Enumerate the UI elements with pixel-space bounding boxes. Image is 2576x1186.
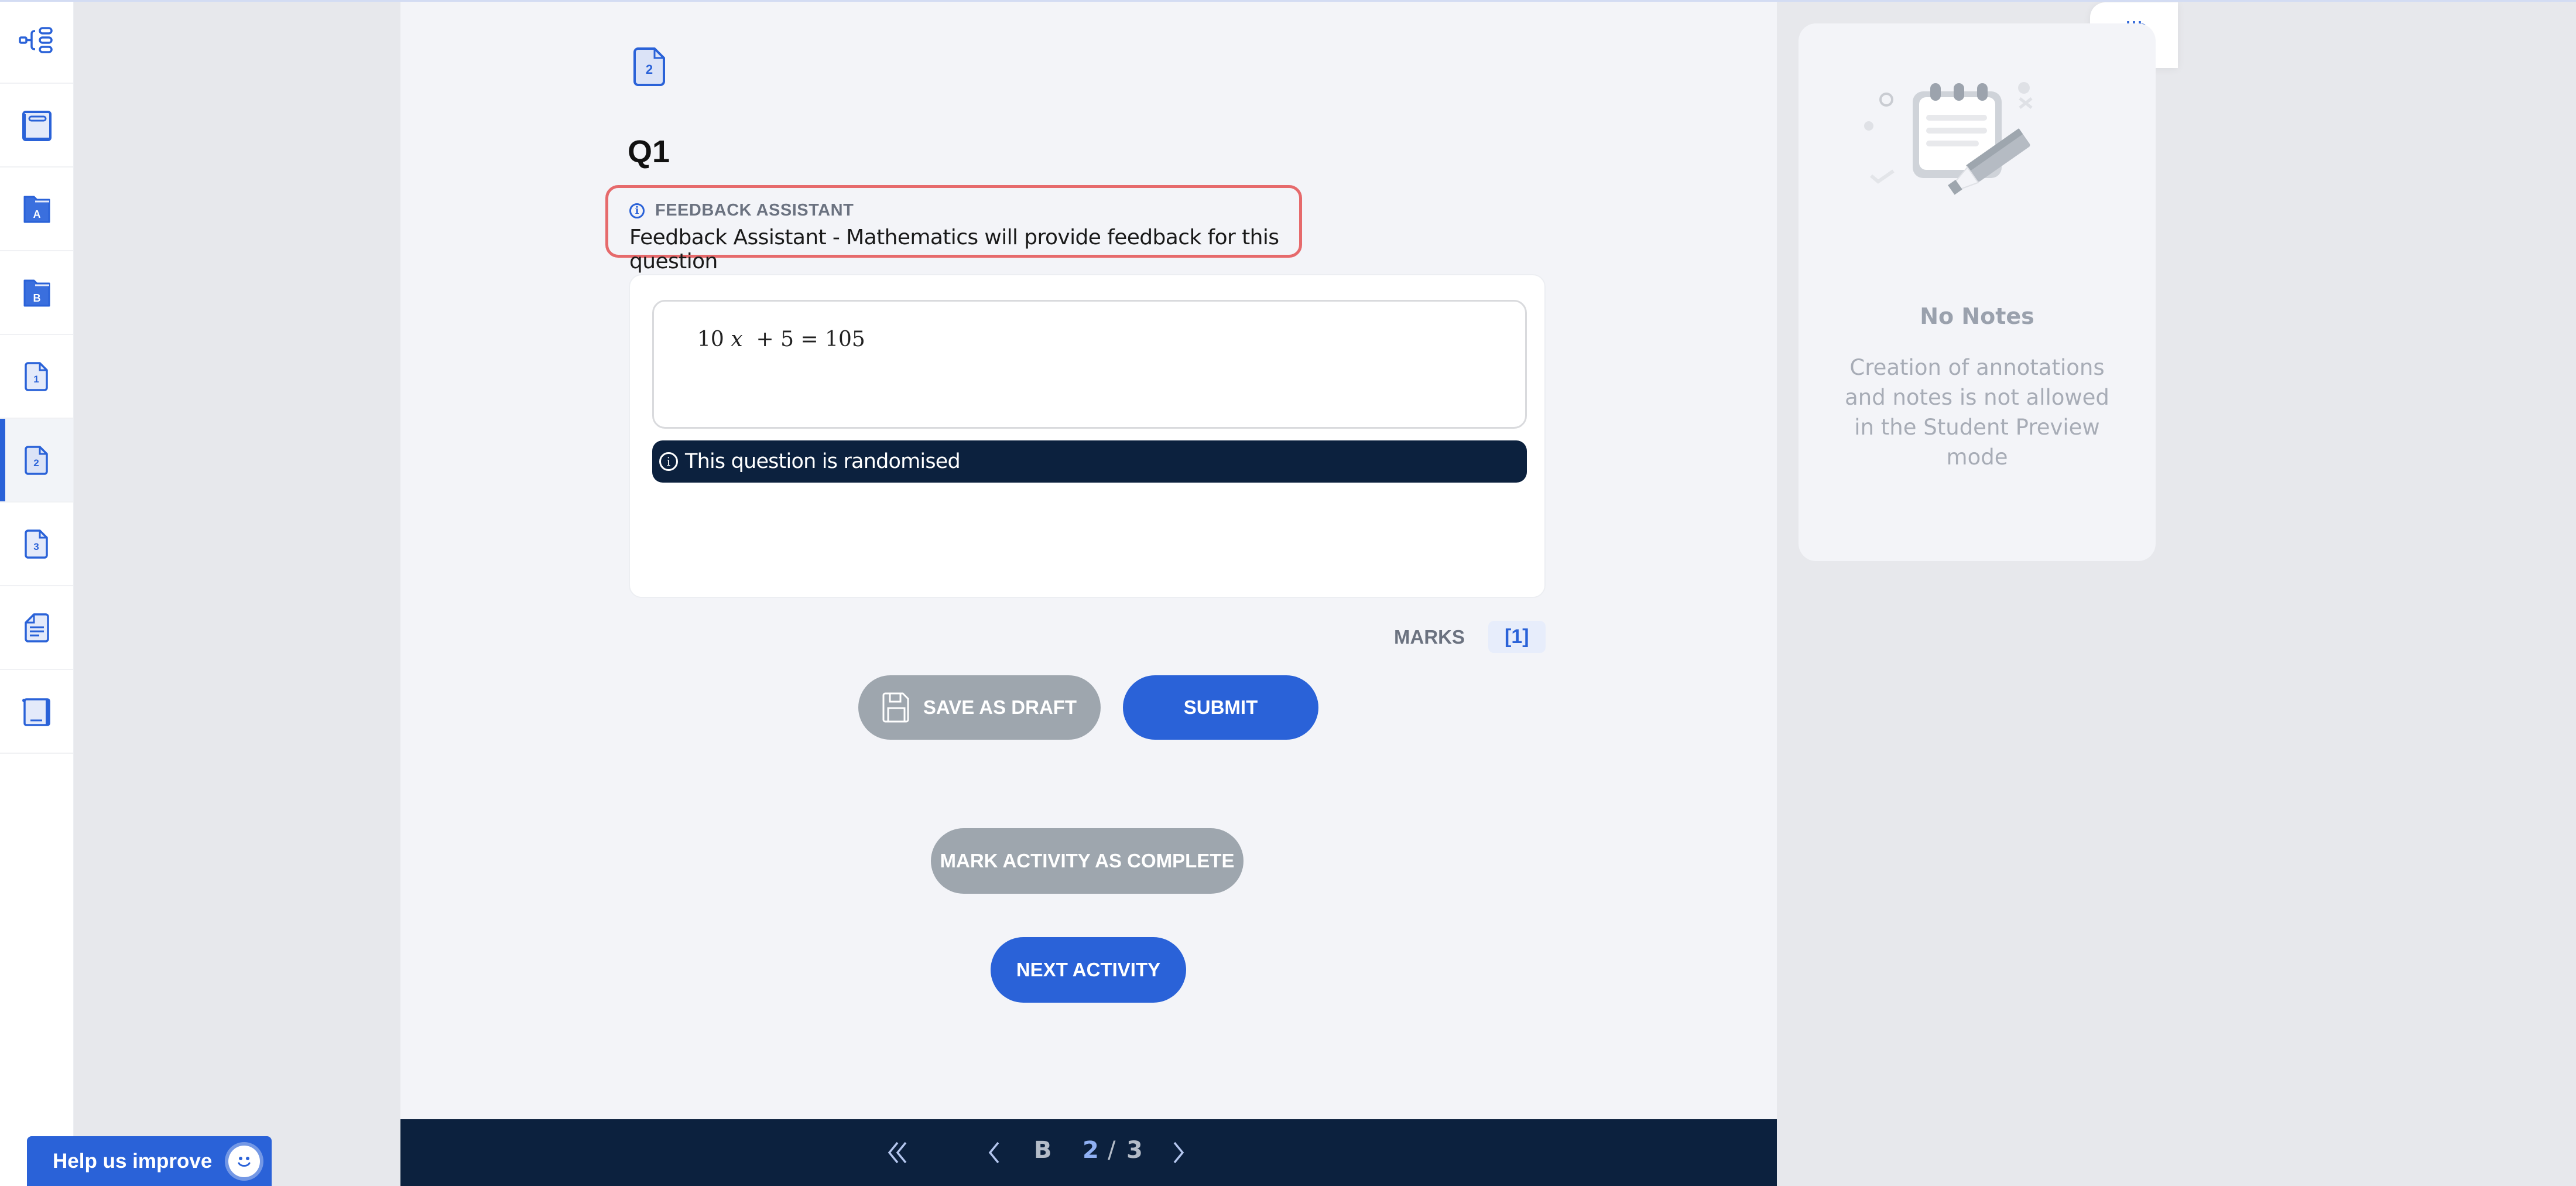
- next-page-button[interactable]: [1163, 1119, 1193, 1186]
- previous-page-button[interactable]: [980, 1119, 1009, 1186]
- randomised-notice-text: This question is randomised: [685, 450, 961, 473]
- page-2-icon: 2: [24, 445, 48, 475]
- sidebar-item-page-3[interactable]: 3: [0, 503, 73, 586]
- feedback-assistant-banner: i FEEDBACK ASSISTANT Feedback Assistant …: [605, 185, 1302, 274]
- book-icon: [22, 110, 52, 141]
- feedback-assistant-text: Feedback Assistant - Mathematics will pr…: [629, 225, 1279, 274]
- svg-text:2: 2: [33, 457, 39, 469]
- info-icon: i: [659, 452, 678, 471]
- chevron-right-icon: [1173, 1141, 1184, 1164]
- math-constant: 5: [780, 327, 794, 351]
- math-equals: =: [800, 327, 818, 351]
- mark-activity-complete-button[interactable]: MARK ACTIVITY AS COMPLETE: [931, 828, 1244, 894]
- submit-button[interactable]: SUBMIT: [1123, 675, 1318, 740]
- page-3-icon: 3: [24, 529, 48, 559]
- top-border: [0, 0, 2576, 2]
- page-separator: /: [1108, 1137, 1116, 1164]
- feedback-assistant-label: FEEDBACK ASSISTANT: [655, 201, 854, 220]
- help-us-improve-button[interactable]: Help us improve: [27, 1136, 272, 1186]
- help-us-improve-label: Help us improve: [53, 1149, 213, 1173]
- svg-text:A: A: [33, 209, 40, 220]
- floppy-disk-icon: [882, 692, 909, 723]
- svg-text:B: B: [33, 292, 40, 304]
- question-card: 10 x + 5 = 105 i This question is random…: [629, 274, 1546, 598]
- math-plus: +: [756, 327, 774, 351]
- save-as-draft-label: SAVE AS DRAFT: [923, 696, 1077, 718]
- sidebar-item-page-2[interactable]: 2: [0, 419, 73, 503]
- sidebar-item-document[interactable]: [0, 586, 73, 670]
- question-title: Q1: [628, 134, 670, 169]
- total-pages: 3: [1126, 1137, 1143, 1164]
- answer-input[interactable]: 10 x + 5 = 105: [652, 300, 1527, 429]
- sidebar-item-section-a[interactable]: A: [0, 168, 73, 251]
- sidebar: A B 1 2 3: [0, 0, 74, 1186]
- svg-text:2: 2: [646, 62, 653, 77]
- hierarchy-icon: [18, 26, 53, 53]
- notepad-highlighter-illustration: [1864, 82, 2033, 195]
- no-notes-title: No Notes: [1920, 303, 2034, 329]
- current-page: 2: [1083, 1137, 1099, 1164]
- closed-book-icon: [22, 698, 50, 726]
- sidebar-item-section-b[interactable]: B: [0, 251, 73, 335]
- math-coefficient: 10: [697, 327, 724, 351]
- current-section: B: [1034, 1137, 1052, 1164]
- marks-label: MARKS: [1394, 626, 1465, 648]
- pagination-bar: B 2 / 3: [400, 1119, 1777, 1186]
- no-notes-description: Creation of annotations and notes is not…: [1845, 355, 2109, 470]
- notes-panel: No Notes Creation of annotations and not…: [1799, 23, 2156, 561]
- marks-value: [1]: [1488, 621, 1546, 653]
- document-icon: [24, 613, 49, 642]
- sidebar-item-book[interactable]: [0, 84, 73, 168]
- math-expression: 10 x + 5 = 105: [697, 327, 865, 351]
- sidebar-item-page-1[interactable]: 1: [0, 335, 73, 419]
- first-page-button[interactable]: [878, 1119, 919, 1186]
- folder-a-icon: A: [23, 196, 50, 223]
- double-chevron-left-icon: [888, 1141, 907, 1164]
- info-icon: i: [629, 203, 645, 218]
- sidebar-item-structure[interactable]: [0, 0, 73, 84]
- smiley-icon: [228, 1145, 261, 1177]
- math-rhs: 105: [825, 327, 865, 351]
- main-content: 2 Q1 i FEEDBACK ASSISTANT Feedback Assis…: [400, 0, 2178, 1119]
- save-as-draft-button[interactable]: SAVE AS DRAFT: [858, 675, 1101, 740]
- next-activity-button[interactable]: NEXT ACTIVITY: [991, 937, 1186, 1003]
- folder-b-icon: B: [23, 279, 50, 306]
- svg-text:1: 1: [33, 374, 39, 385]
- math-variable: x: [731, 327, 743, 351]
- page-1-icon: 1: [24, 361, 48, 391]
- svg-text:3: 3: [33, 541, 39, 552]
- page-2-icon: 2: [633, 47, 665, 86]
- sidebar-item-workbook[interactable]: [0, 670, 73, 754]
- chevron-left-icon: [988, 1141, 999, 1164]
- randomised-notice: i This question is randomised: [652, 440, 1527, 483]
- marks: MARKS [1]: [1394, 621, 1546, 653]
